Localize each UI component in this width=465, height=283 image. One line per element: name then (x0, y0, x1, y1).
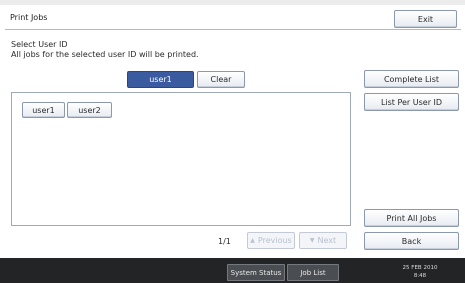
status-time: 8:48 (413, 273, 427, 279)
previous-label: Previous (257, 236, 292, 245)
instruction-heading: Select User ID (11, 40, 68, 49)
selected-user-button[interactable]: user1 (127, 71, 194, 88)
job-list-button[interactable]: Job List (287, 264, 339, 281)
title-bar: Print Jobs (5, 8, 461, 30)
page-title: Print Jobs (10, 13, 48, 22)
page-indicator: 1/1 (218, 237, 231, 246)
instruction-text: All jobs for the selected user ID will b… (11, 50, 199, 59)
list-per-user-id-button[interactable]: List Per User ID (364, 93, 459, 111)
top-strip (0, 0, 465, 5)
back-button[interactable]: Back (364, 232, 459, 250)
user-id-button-user1[interactable]: user1 (22, 102, 65, 118)
next-label: Next (317, 236, 337, 245)
arrow-down-icon: ▼ (309, 237, 315, 244)
system-status-button[interactable]: System Status (227, 264, 285, 281)
user-id-button-user2[interactable]: user2 (67, 102, 112, 118)
user-id-list-panel: user1 user2 (11, 92, 351, 226)
print-all-jobs-button[interactable]: Print All Jobs (364, 209, 459, 227)
exit-button[interactable]: Exit (394, 10, 457, 28)
clear-button[interactable]: Clear (197, 71, 245, 88)
previous-button[interactable]: ▲ Previous (247, 232, 295, 249)
arrow-up-icon: ▲ (250, 237, 255, 244)
status-date: 25 FEB 2010 (402, 265, 438, 271)
complete-list-button[interactable]: Complete List (364, 70, 459, 88)
next-button[interactable]: ▼ Next (299, 232, 347, 249)
